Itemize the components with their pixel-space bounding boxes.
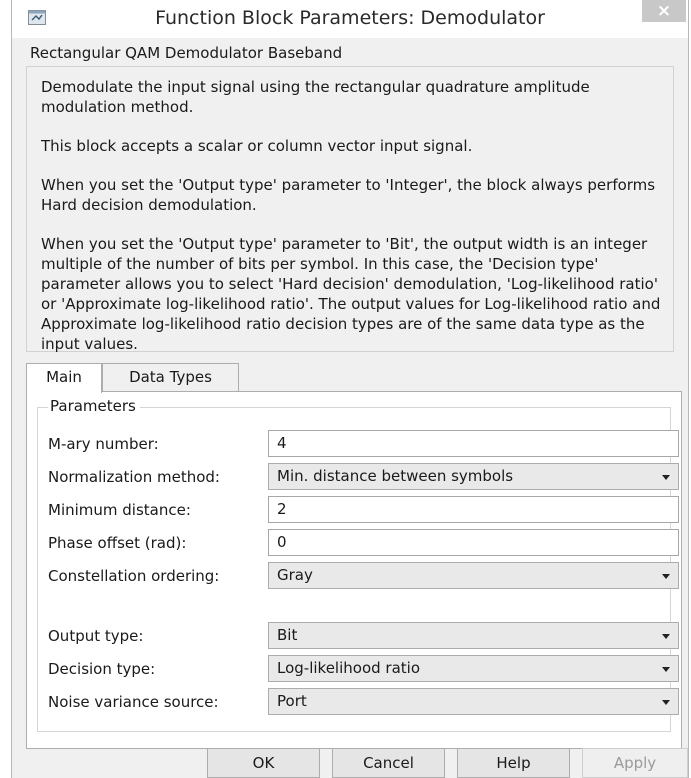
decision-type-select[interactable]: Log-likelihood ratio <box>268 655 679 682</box>
m-ary-input[interactable]: 4 <box>268 430 679 457</box>
decision-type-label: Decision type: <box>48 660 156 678</box>
tab-main[interactable]: Main <box>26 363 102 393</box>
constellation-value: Gray <box>277 566 313 584</box>
chevron-down-icon <box>662 475 670 480</box>
description-paragraph: When you set the 'Output type' parameter… <box>41 235 661 353</box>
normalization-select[interactable]: Min. distance between symbols <box>268 463 679 490</box>
close-button[interactable]: × <box>642 0 686 22</box>
normalization-label: Normalization method: <box>48 468 220 486</box>
title-bar[interactable]: Function Block Parameters: Demodulator × <box>12 0 688 38</box>
output-type-select[interactable]: Bit <box>268 622 679 649</box>
noise-source-select[interactable]: Port <box>268 688 679 715</box>
noise-source-value: Port <box>277 692 307 710</box>
output-type-label: Output type: <box>48 627 144 645</box>
phase-offset-label: Phase offset (rad): <box>48 534 187 552</box>
min-distance-label: Minimum distance: <box>48 501 191 519</box>
phase-offset-input[interactable]: 0 <box>268 529 679 556</box>
constellation-label: Constellation ordering: <box>48 567 220 585</box>
chevron-down-icon <box>662 574 670 579</box>
noise-source-label: Noise variance source: <box>48 693 219 711</box>
output-type-value: Bit <box>277 626 298 644</box>
min-distance-input[interactable]: 2 <box>268 496 679 523</box>
chevron-down-icon <box>662 634 670 639</box>
dialog-window: Function Block Parameters: Demodulator ×… <box>11 0 689 778</box>
main-tab-panel: Parameters M-ary number: 4 Normalization… <box>26 391 682 749</box>
window-title: Function Block Parameters: Demodulator <box>155 7 545 29</box>
ok-button[interactable]: OK <box>207 748 320 778</box>
help-button[interactable]: Help <box>457 748 570 778</box>
cancel-button[interactable]: Cancel <box>332 748 445 778</box>
block-type-label: Rectangular QAM Demodulator Baseband <box>30 44 343 62</box>
apply-button[interactable]: Apply <box>582 748 688 778</box>
description-paragraph: This block accepts a scalar or column ve… <box>41 137 473 155</box>
tab-data-types[interactable]: Data Types <box>102 363 239 392</box>
normalization-value: Min. distance between symbols <box>277 467 514 485</box>
description-paragraph: When you set the 'Output type' parameter… <box>41 176 656 214</box>
decision-type-value: Log-likelihood ratio <box>277 659 420 677</box>
chevron-down-icon <box>662 700 670 705</box>
description-paragraph: Demodulate the input signal using the re… <box>41 78 590 116</box>
chevron-down-icon <box>662 667 670 672</box>
description-box: Demodulate the input signal using the re… <box>26 66 674 353</box>
m-ary-label: M-ary number: <box>48 435 159 453</box>
close-icon: × <box>656 1 672 21</box>
constellation-select[interactable]: Gray <box>268 562 679 589</box>
parameters-group-title: Parameters <box>48 397 140 415</box>
